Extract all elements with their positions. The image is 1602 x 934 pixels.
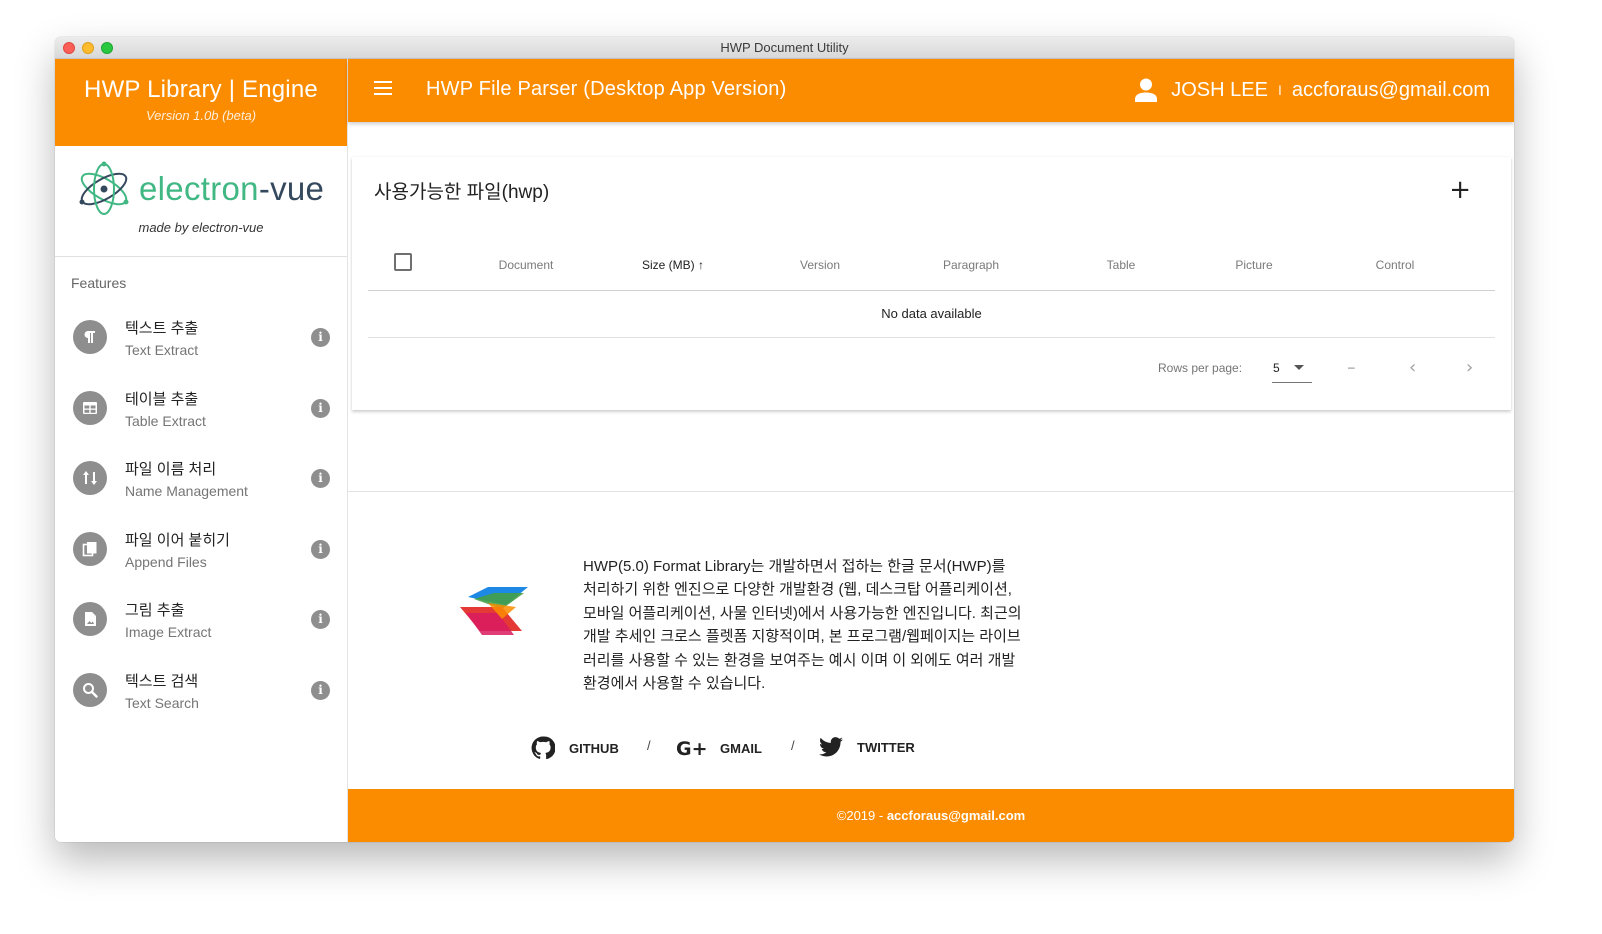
- sidebar-header: HWP Library | Engine Version 1.0b (beta): [55, 59, 347, 146]
- info-icon[interactable]: i: [311, 398, 330, 418]
- minimize-window-button[interactable]: [82, 42, 94, 54]
- sidebar-item-subtitle: Table Extract: [125, 412, 206, 429]
- footer-copyright: ©2019 -: [836, 808, 887, 823]
- window-title: HWP Document Utility: [720, 40, 849, 55]
- sidebar-item-title: 파일 이어 붙히기: [125, 531, 230, 549]
- electron-atom-icon: [79, 161, 129, 215]
- github-link[interactable]: GITHUB: [531, 736, 619, 760]
- logo-word-electron: electron: [139, 170, 259, 207]
- sidebar-item-subtitle: Image Extract: [125, 624, 212, 640]
- card-title: 사용가능한 파일(hwp): [374, 182, 550, 203]
- sidebar-item-subtitle: Name Management: [125, 483, 248, 499]
- previous-page-button[interactable]: ‹: [1409, 357, 1416, 378]
- library-description: HWP(5.0) Format Library는 개발하면서 접하는 한글 문서…: [583, 558, 1022, 693]
- gmail-link[interactable]: G+ GMAIL: [676, 736, 762, 760]
- electron-vue-logo: electron-vue made by electron-vue: [55, 146, 347, 257]
- column-paragraph[interactable]: Paragraph: [943, 258, 999, 272]
- sidebar-item-text-extract[interactable]: 텍스트 추출 Text Extract i: [55, 307, 347, 378]
- caret-down-icon: [1294, 365, 1304, 370]
- sidebar-version: Version 1.0b (beta): [145, 108, 257, 123]
- sidebar-item-title: 텍스트 추출: [125, 320, 199, 337]
- sidebar-item-title: 그림 추출: [125, 602, 185, 619]
- hwp-library-logo: [460, 587, 528, 635]
- twitter-link[interactable]: TWITTER: [819, 736, 915, 758]
- rows-per-page-value: 5: [1273, 361, 1280, 375]
- user-name: JOSH LEE: [1171, 78, 1268, 101]
- column-size[interactable]: Size (MB) ↑: [642, 258, 704, 272]
- main-content: HWP File Parser (Desktop App Version) JO…: [348, 59, 1514, 842]
- logo-word-vue: -vue: [258, 170, 325, 207]
- app-title: HWP File Parser (Desktop App Version): [426, 78, 787, 100]
- user-icon: [1135, 78, 1158, 102]
- user-info: JOSH LEE I accforaus@gmail.com: [1135, 78, 1490, 102]
- next-page-button[interactable]: ›: [1466, 357, 1473, 378]
- info-icon[interactable]: i: [311, 680, 330, 700]
- info-icon[interactable]: i: [311, 469, 330, 488]
- column-control[interactable]: Control: [1376, 258, 1415, 272]
- rows-per-page-label: Rows per page:: [1158, 361, 1243, 375]
- sidebar: HWP Library | Engine Version 1.0b (beta)…: [55, 59, 348, 842]
- link-separator: /: [791, 738, 795, 753]
- copy-files-icon: [73, 531, 107, 566]
- rows-per-page-select[interactable]: 5: [1272, 357, 1312, 383]
- sidebar-item-append-files[interactable]: 파일 이어 붙히기 Append Files i: [55, 519, 347, 590]
- features-label: Features: [71, 275, 127, 291]
- gmail-label: GMAIL: [720, 740, 762, 756]
- sort-icon: [73, 461, 107, 495]
- search-icon: [73, 672, 107, 707]
- info-icon[interactable]: i: [311, 610, 330, 629]
- app-window: HWP Document Utility HWP Library | Engin…: [55, 37, 1514, 842]
- add-file-button[interactable]: +: [1449, 175, 1471, 205]
- sidebar-item-subtitle: Text Search: [125, 694, 199, 711]
- footer: ©2019 - accforaus@gmail.com: [348, 789, 1514, 842]
- twitter-icon: [819, 737, 843, 757]
- files-card: 사용가능한 파일(hwp) + Document Size (MB) ↑ Ver…: [352, 157, 1511, 410]
- sidebar-item-title: 테이블 추출: [125, 390, 199, 408]
- github-label: GITHUB: [569, 740, 619, 756]
- maximize-window-button[interactable]: [101, 42, 113, 54]
- link-separator: /: [647, 738, 651, 753]
- window-titlebar: HWP Document Utility: [55, 37, 1514, 59]
- paragraph-icon: [73, 320, 107, 354]
- google-plus-icon: G+: [676, 738, 706, 760]
- svg-text:G+: G+: [676, 738, 706, 760]
- sidebar-item-title: 텍스트 검색: [125, 672, 199, 690]
- table-pagination: Rows per page: 5 – ‹ ›: [352, 357, 1511, 385]
- close-window-button[interactable]: [63, 42, 75, 54]
- twitter-label: TWITTER: [857, 739, 915, 755]
- sidebar-item-name-management[interactable]: 파일 이름 처리 Name Management i: [55, 448, 347, 519]
- column-document[interactable]: Document: [499, 258, 554, 272]
- sidebar-item-title: 파일 이름 처리: [125, 461, 217, 478]
- select-all-checkbox[interactable]: [394, 253, 412, 271]
- sidebar-item-subtitle: Text Extract: [125, 342, 199, 358]
- section-divider: [348, 491, 1514, 492]
- info-icon[interactable]: i: [311, 539, 330, 559]
- image-file-icon: [73, 602, 107, 636]
- column-version[interactable]: Version: [800, 258, 840, 272]
- sidebar-item-table-extract[interactable]: 테이블 추출 Table Extract i: [55, 378, 347, 449]
- sidebar-item-text-search[interactable]: 텍스트 검색 Text Search i: [55, 660, 347, 731]
- page-range: –: [1348, 360, 1355, 374]
- logo-wordmark: electron-vue: [139, 170, 324, 208]
- info-icon[interactable]: i: [311, 328, 330, 347]
- table-icon: [73, 390, 107, 425]
- app-bar: HWP File Parser (Desktop App Version) JO…: [348, 59, 1514, 122]
- sidebar-item-subtitle: Append Files: [125, 553, 207, 570]
- user-separator: I: [1277, 82, 1282, 98]
- footer-email-link[interactable]: accforaus@gmail.com: [887, 808, 1025, 823]
- column-table[interactable]: Table: [1107, 258, 1136, 272]
- empty-table-message: No data available: [368, 291, 1495, 338]
- column-picture[interactable]: Picture: [1235, 258, 1272, 272]
- github-icon: [531, 736, 555, 760]
- sidebar-item-image-extract[interactable]: 그림 추출 Image Extract i: [55, 589, 347, 660]
- sidebar-title: HWP Library | Engine: [84, 76, 318, 103]
- logo-caption: made by electron-vue: [138, 220, 264, 235]
- user-email: accforaus@gmail.com: [1291, 78, 1490, 101]
- hamburger-menu-icon[interactable]: [374, 81, 392, 95]
- table-header: Document Size (MB) ↑ Version Paragraph T…: [368, 241, 1495, 291]
